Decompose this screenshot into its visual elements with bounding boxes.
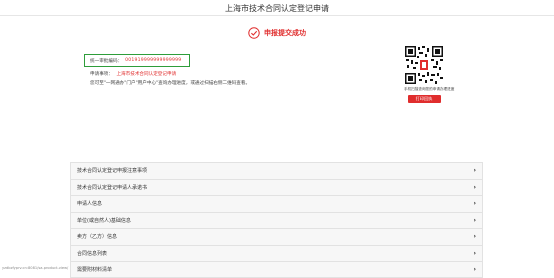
success-banner: 申报提交成功 [0,27,554,39]
accordion-item-label: 申请人信息 [77,201,103,208]
approval-code-value: 001919999999999999 [125,58,182,63]
application-matter: 申请事项： 上海市技术合同认定登记申请 [90,71,176,77]
matter-label: 申请事项： [90,72,113,77]
accordion-item-label: 单位(或自然人)基础信息 [77,217,131,224]
accordion-item-label: 技术合同认定登记申请人承诺书 [77,184,148,191]
chevron-right-icon: › [473,183,476,191]
check-circle-icon [248,27,260,39]
approval-code-box: 统一审批编码： 001919999999999999 [84,54,190,67]
print-receipt-button[interactable]: 打印回执 [407,95,441,103]
qr-caption: 手机扫描查询您的申请办理进度 [404,87,455,91]
accordion-item-materials[interactable]: 需要附材料清单 › [70,261,483,278]
status-bar-url: yzdbzfyprv.cn:8081/sa-product-view/ [2,266,69,270]
progress-hint: 您可至"一网通办"门户"用户中心"查询办理进度，或通过扫描右侧二维码查看。 [90,81,251,86]
chevron-right-icon: › [473,167,476,175]
accordion-item-label: 技术合同认定登记申报注意事项 [77,168,148,175]
section-accordion: 技术合同认定登记申报注意事项 › 技术合同认定登记申请人承诺书 › 申请人信息 … [70,162,483,278]
accordion-item-contracts[interactable]: 合同信息列表 › [70,244,483,261]
accordion-item-label: 需要附材料清单 [77,266,113,273]
chevron-right-icon: › [473,200,476,208]
accordion-item-label: 合同信息列表 [77,250,108,257]
page-title: 上海市技术合同认定登记申请 [225,4,329,13]
chevron-right-icon: › [473,233,476,241]
accordion-item-applicant[interactable]: 申请人信息 › [70,195,483,212]
qr-code-icon [404,45,444,85]
accordion-item-label: 卖方（乙方）信息 [77,234,118,241]
qr-panel: 手机扫描查询您的申请办理进度 打印回执 [404,45,455,103]
matter-value: 上海市技术合同认定登记申请 [116,72,177,77]
accordion-item-notice[interactable]: 技术合同认定登记申报注意事项 › [70,162,483,179]
approval-code-label: 统一审批编码： [90,58,123,64]
success-message: 申报提交成功 [264,29,306,37]
chevron-right-icon: › [473,265,476,273]
accordion-item-seller[interactable]: 卖方（乙方）信息 › [70,228,483,245]
chevron-right-icon: › [473,249,476,257]
title-divider [0,15,554,16]
accordion-item-basic-info[interactable]: 单位(或自然人)基础信息 › [70,211,483,228]
chevron-right-icon: › [473,216,476,224]
accordion-item-commitment[interactable]: 技术合同认定登记申请人承诺书 › [70,178,483,195]
